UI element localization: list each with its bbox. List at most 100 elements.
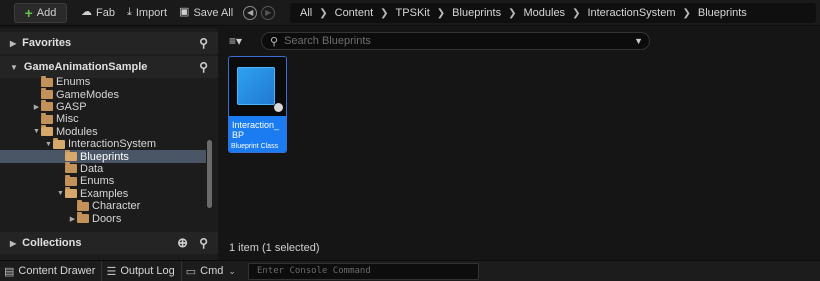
folder-icon [77, 212, 89, 224]
tree-item-label: Blueprints [80, 150, 129, 163]
tree-item-label: GameModes [56, 88, 119, 101]
project-label: GameAnimationSample [23, 61, 148, 73]
chevron-right-icon[interactable]: ❯ [380, 8, 388, 19]
tree-item-modules[interactable]: ▼ Modules [0, 125, 206, 138]
asset-tile[interactable]: Interaction_BP Blueprint Class [228, 56, 287, 153]
expand-arrow-icon[interactable]: ▶ [32, 103, 41, 111]
search-icon[interactable]: ⚲ [199, 60, 208, 74]
project-header[interactable]: ▼ GameAnimationSample ⚲ [0, 56, 218, 78]
tree-item-label: Examples [80, 187, 129, 200]
asset-type: Blueprint Class [231, 143, 279, 150]
filter-icon[interactable]: ≡▾ [229, 34, 242, 48]
expand-arrow-icon[interactable]: ▶ [10, 39, 16, 48]
search-icon: ⚲ [270, 35, 279, 48]
fab-label: Fab [96, 6, 115, 19]
console-input[interactable]: Enter Console Command [247, 262, 479, 280]
folder-icon [41, 125, 53, 137]
toolbar: + Add ☁ Fab ⤓ Import ▣ Save All ◀ ▶ All … [0, 0, 820, 26]
sources-panel: ▶ Favorites ⚲ ▼ GameAnimationSample ⚲ En… [0, 28, 218, 260]
breadcrumb-item-current[interactable]: Blueprints [698, 7, 747, 19]
breadcrumb: All ❯ Content ❯ TPSKit ❯ Blueprints ❯ Mo… [290, 3, 816, 23]
import-label: Import [135, 6, 168, 19]
fab-button[interactable]: ☁ Fab [75, 3, 121, 23]
breadcrumb-item-all[interactable]: All [300, 7, 312, 19]
favorites-label: Favorites [22, 37, 72, 49]
tree-item-gamemodes[interactable]: GameModes [0, 88, 206, 101]
content-drawer-label: Content Drawer [18, 265, 96, 277]
fab-icon: ☁ [81, 6, 92, 18]
console-placeholder: Enter Console Command [256, 266, 371, 276]
chevron-right-icon[interactable]: ❯ [572, 8, 580, 19]
chevron-down-icon[interactable]: ▼ [634, 36, 643, 46]
save-all-label: Save All [193, 6, 234, 19]
chevron-right-icon[interactable]: ❯ [319, 8, 327, 19]
forward-icon[interactable]: ▶ [261, 5, 276, 20]
chevron-right-icon[interactable]: ❯ [683, 8, 691, 19]
cmd-dropdown[interactable]: ▭ Cmd ⌄ [182, 261, 242, 281]
log-icon: ☰ [106, 265, 117, 278]
tree-item-label: Character [92, 200, 141, 213]
breadcrumb-item-content[interactable]: Content [335, 7, 374, 19]
save-all-button[interactable]: ▣ Save All [173, 3, 239, 23]
add-button[interactable]: + Add [14, 2, 67, 23]
breadcrumb-item-interactionsystem[interactable]: InteractionSystem [587, 7, 675, 19]
tree-item-doors[interactable]: ▶ Doors [0, 212, 206, 225]
tree-item-misc[interactable]: Misc [0, 112, 206, 125]
tree-item-data[interactable]: Data [0, 162, 206, 175]
collections-label: Collections [22, 237, 82, 249]
expand-arrow-icon[interactable]: ▼ [56, 190, 65, 197]
expand-arrow-icon[interactable]: ▶ [68, 215, 77, 223]
tree-item-examples[interactable]: ▼ Examples [0, 187, 206, 200]
folder-icon [41, 112, 53, 124]
asset-thumbnail [229, 57, 286, 116]
expand-arrow-icon[interactable]: ▼ [44, 141, 53, 148]
chevron-right-icon[interactable]: ❯ [508, 8, 516, 19]
tree-item-label: Modules [56, 125, 98, 138]
back-icon[interactable]: ◀ [243, 5, 258, 20]
import-button[interactable]: ⤓ Import [121, 3, 173, 23]
blueprint-badge-icon [274, 103, 283, 112]
collapse-arrow-icon[interactable]: ▼ [10, 63, 18, 72]
tree-item-label: Enums [80, 175, 115, 188]
folder-icon [65, 187, 77, 199]
import-icon: ⤓ [126, 6, 132, 18]
expand-arrow-icon[interactable]: ▶ [10, 239, 16, 248]
expand-arrow-icon[interactable]: ▼ [32, 128, 41, 135]
collections-header[interactable]: ▶ Collections ⊕ ⚲ [0, 232, 218, 254]
output-log-label: Output Log [120, 265, 175, 277]
status-bar: ▤ Content Drawer ☰ Output Log ▭ Cmd ⌄ En… [0, 260, 820, 281]
search-input[interactable]: ⚲ Search Blueprints ▼ [261, 32, 650, 50]
chevron-right-icon[interactable]: ❯ [437, 8, 445, 19]
folder-icon [77, 199, 89, 211]
search-icon[interactable]: ⚲ [199, 236, 208, 250]
chevron-down-icon[interactable]: ⌄ [228, 266, 236, 277]
add-collection-icon[interactable]: ⊕ [177, 235, 188, 251]
tree-item-enums[interactable]: Enums [0, 76, 206, 88]
status-text: 1 item (1 selected) [229, 242, 320, 254]
favorites-header[interactable]: ▶ Favorites ⚲ [0, 32, 218, 54]
content-drawer-button[interactable]: ▤ Content Drawer [0, 260, 103, 281]
folder-tree: Enums GameModes ▶ GASP Misc ▼ Modules ▼ Interact… [0, 76, 206, 233]
tree-item-gasp[interactable]: ▶ GASP [0, 100, 206, 113]
breadcrumb-item-modules[interactable]: Modules [523, 7, 565, 19]
folder-icon [41, 76, 53, 87]
tree-item-blueprints[interactable]: Blueprints [0, 150, 206, 163]
tree-item-label: Enums [56, 76, 91, 89]
output-log-button[interactable]: ☰ Output Log [102, 260, 182, 281]
folder-icon [65, 150, 77, 162]
tree-item-label: Data [80, 162, 104, 175]
tree-item-label: InteractionSystem [68, 138, 157, 151]
drawer-icon: ▤ [4, 265, 15, 278]
search-icon[interactable]: ⚲ [199, 36, 208, 50]
breadcrumb-item-tpskit[interactable]: TPSKit [396, 7, 430, 19]
tree-item-interactionsystem[interactable]: ▼ InteractionSystem [0, 137, 206, 151]
breadcrumb-item-blueprints[interactable]: Blueprints [452, 7, 501, 19]
folder-icon [65, 174, 77, 186]
tree-item-enums[interactable]: Enums [0, 174, 206, 188]
cmd-label: Cmd [200, 265, 224, 277]
asset-name: Interaction_BP [232, 120, 280, 140]
folder-icon [65, 162, 77, 174]
tree-item-character[interactable]: Character [0, 199, 206, 213]
save-icon: ▣ [179, 6, 190, 18]
tree-scrollbar[interactable] [207, 140, 212, 208]
